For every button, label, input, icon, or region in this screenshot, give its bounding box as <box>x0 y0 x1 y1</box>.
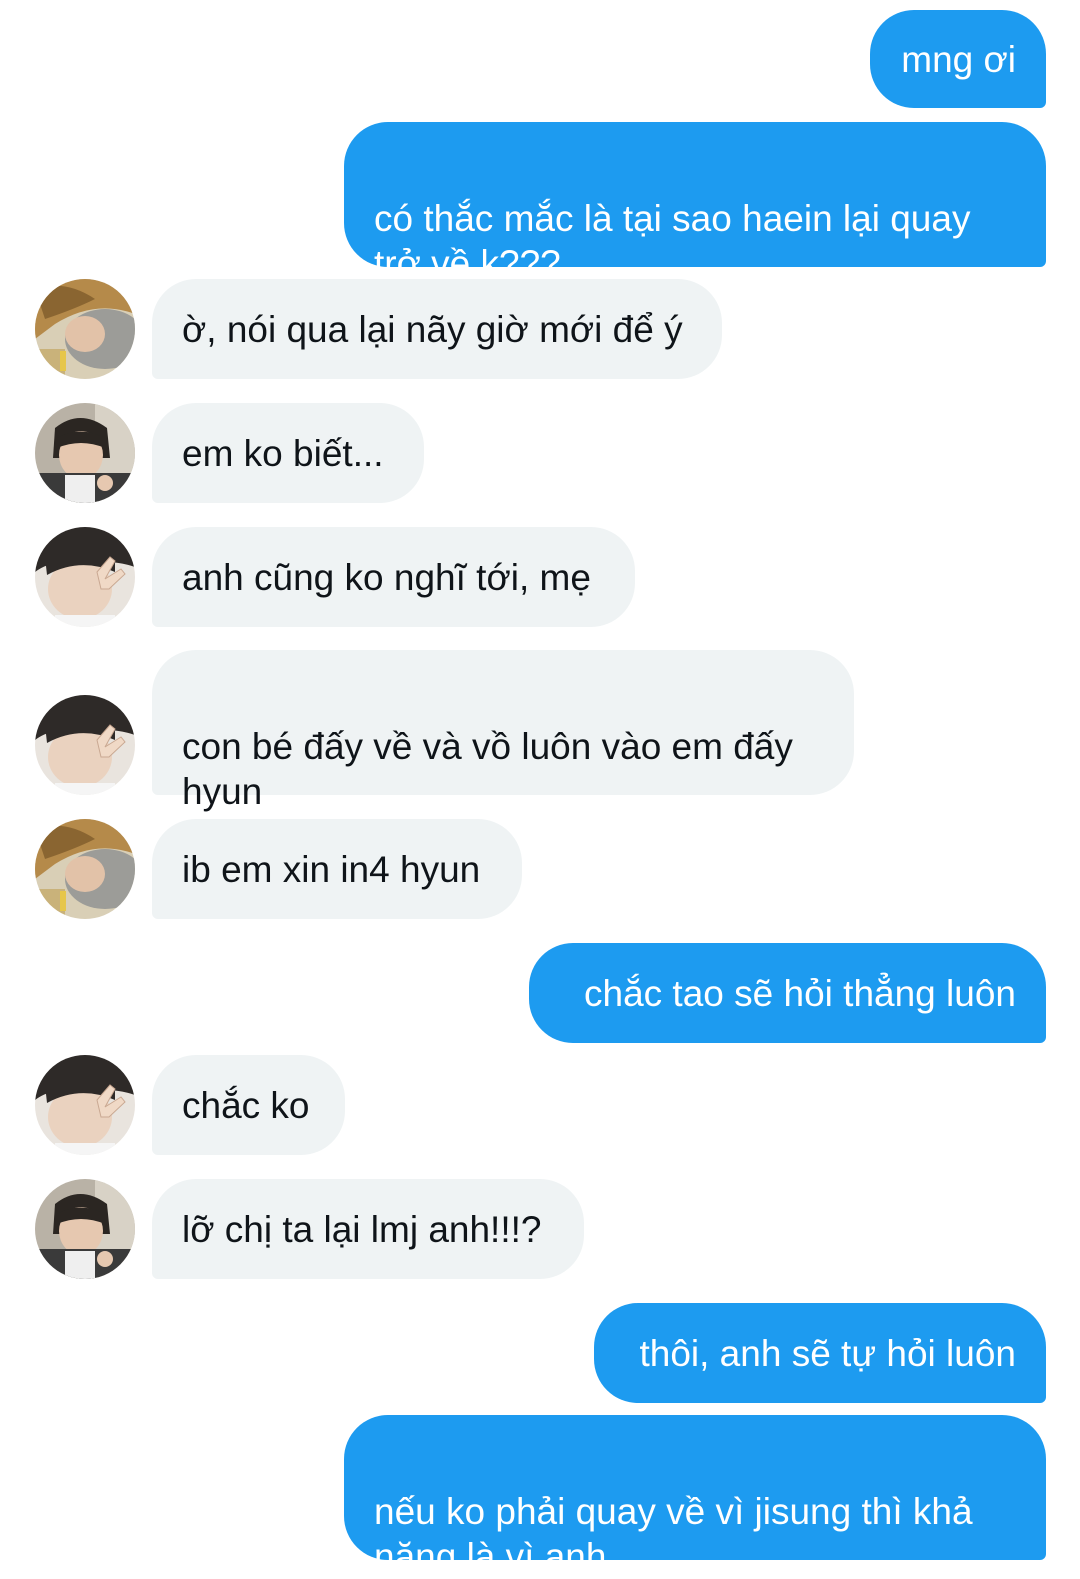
message-bubble-received[interactable]: con bé đấy về và vồ luôn vào em đấy hyun <box>152 650 854 812</box>
message-text: anh cũng ko nghĩ tới, mẹ <box>182 556 591 598</box>
peace-sign-avatar-icon <box>35 1055 135 1155</box>
user-avatar[interactable] <box>35 1055 135 1155</box>
message-text: mng ơi <box>901 38 1016 80</box>
message-text: ờ, nói qua lại nãy giờ mới để ý <box>182 308 683 350</box>
user-avatar[interactable] <box>35 403 135 503</box>
message-text: nếu ko phải quay về vì jisung thì khả nă… <box>374 1491 973 1577</box>
user-avatar[interactable] <box>35 527 135 627</box>
message-bubble-sent[interactable]: có thắc mắc là tại sao haein lại quay tr… <box>344 122 1046 284</box>
message-text: em ko biết... <box>182 432 384 474</box>
message-bubble-received[interactable]: ờ, nói qua lại nãy giờ mới để ý <box>152 279 722 379</box>
user-avatar[interactable] <box>35 695 135 795</box>
message-bubble-received[interactable]: anh cũng ko nghĩ tới, mẹ <box>152 527 635 627</box>
message-text: con bé đấy về và vồ luôn vào em đấy hyun <box>182 726 793 812</box>
message-text: chắc ko <box>182 1084 310 1126</box>
glasses-avatar-icon <box>35 403 135 503</box>
message-text: lỡ chị ta lại lmj anh!!!? <box>182 1208 542 1250</box>
user-avatar[interactable] <box>35 1179 135 1279</box>
user-avatar[interactable] <box>35 279 135 379</box>
message-bubble-received[interactable]: em ko biết... <box>152 403 424 503</box>
message-text: chắc tao sẽ hỏi thẳng luôn <box>584 972 1016 1014</box>
message-text: thôi, anh sẽ tự hỏi luôn <box>639 1332 1016 1374</box>
message-bubble-sent[interactable]: thôi, anh sẽ tự hỏi luôn <box>594 1303 1046 1403</box>
message-bubble-received[interactable]: lỡ chị ta lại lmj anh!!!? <box>152 1179 584 1279</box>
message-text: ib em xin in4 hyun <box>182 848 481 890</box>
glasses-avatar-icon <box>35 1179 135 1279</box>
message-bubble-sent[interactable]: mng ơi <box>870 10 1046 108</box>
message-bubble-sent[interactable]: chắc tao sẽ hỏi thẳng luôn <box>529 943 1046 1043</box>
peace-sign-avatar-icon <box>35 695 135 795</box>
blonde-avatar-icon <box>35 279 135 379</box>
peace-sign-avatar-icon <box>35 527 135 627</box>
message-bubble-received[interactable]: chắc ko <box>152 1055 345 1155</box>
blonde-avatar-icon <box>35 819 135 919</box>
user-avatar[interactable] <box>35 819 135 919</box>
message-text: có thắc mắc là tại sao haein lại quay tr… <box>374 198 971 284</box>
message-bubble-sent[interactable]: nếu ko phải quay về vì jisung thì khả nă… <box>344 1415 1046 1577</box>
message-bubble-received[interactable]: ib em xin in4 hyun <box>152 819 522 919</box>
